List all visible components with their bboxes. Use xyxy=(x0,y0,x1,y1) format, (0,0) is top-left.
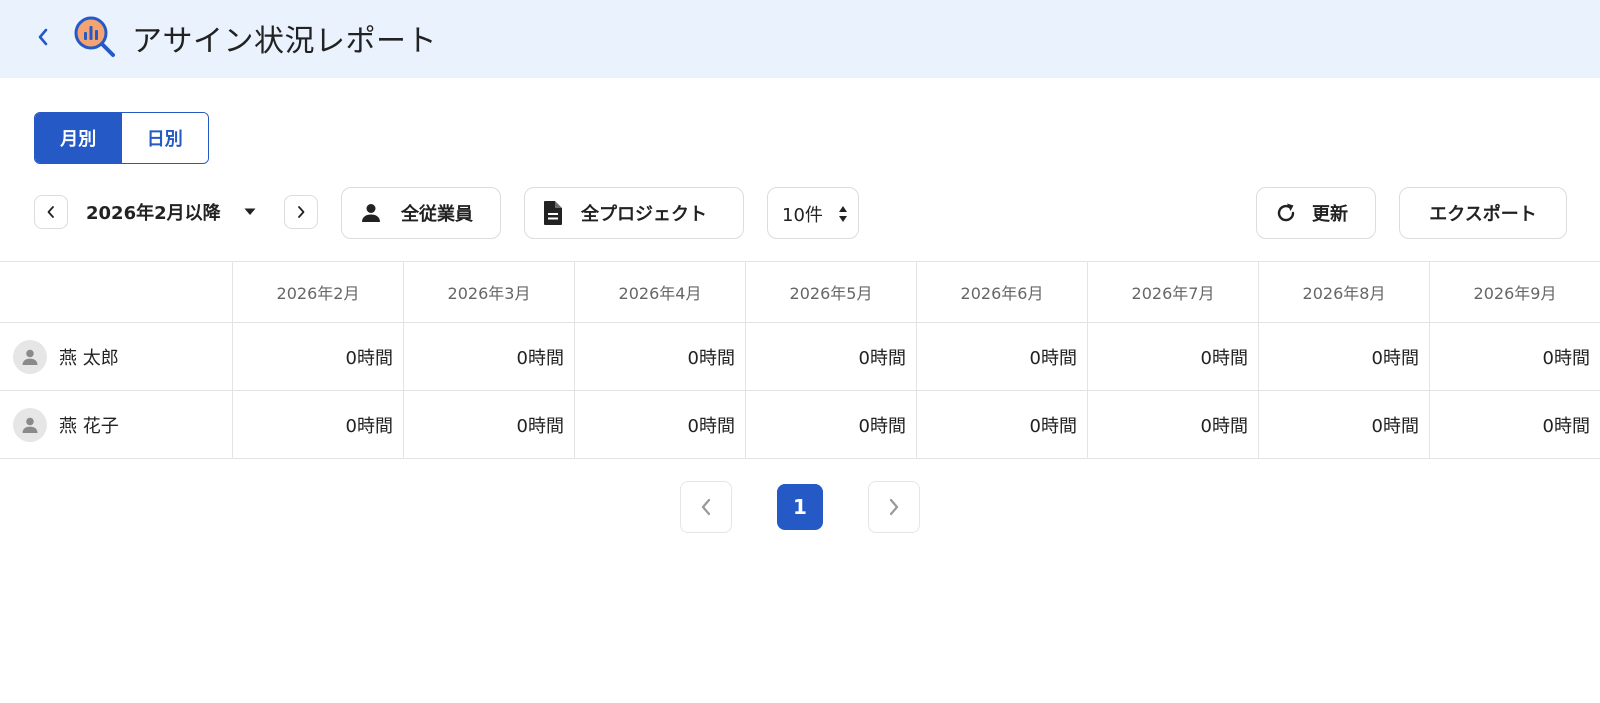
person-icon xyxy=(22,417,38,433)
hours-cell: 0時間 xyxy=(746,391,917,458)
export-label: エクスポート xyxy=(1429,204,1537,225)
sort-arrows-icon xyxy=(839,206,847,222)
hours-cell: 0時間 xyxy=(575,391,746,458)
hours-cell: 0時間 xyxy=(233,391,404,458)
previous-page-button[interactable] xyxy=(680,481,732,533)
employee-filter-label: 全従業員 xyxy=(401,204,473,225)
table-row: 燕 花子 0時間 0時間 0時間 0時間 0時間 0時間 0時間 0時間 xyxy=(0,391,1600,459)
refresh-label: 更新 xyxy=(1312,204,1348,225)
hours-cell: 0時間 xyxy=(1259,323,1430,390)
hours-cell: 0時間 xyxy=(1542,415,1590,437)
page-size-select[interactable]: 10件 xyxy=(767,187,859,239)
report-search-icon xyxy=(74,16,115,57)
header-name-cell xyxy=(0,262,233,322)
table-row: 燕 太郎 0時間 0時間 0時間 0時間 0時間 0時間 0時間 0時間 xyxy=(0,323,1600,391)
hours-cell: 0時間 xyxy=(1259,391,1430,458)
hours-cell: 0時間 xyxy=(917,391,1088,458)
avatar xyxy=(13,339,47,374)
column-header: 2026年5月 xyxy=(746,262,917,322)
daily-tab[interactable]: 日別 xyxy=(121,113,208,163)
hours-cell: 0時間 xyxy=(404,391,575,458)
hours-cell: 0時間 xyxy=(1088,323,1259,390)
employee-cell: 燕 太郎 xyxy=(0,323,233,390)
employee-name: 燕 花子 xyxy=(59,415,119,437)
chevron-left-icon xyxy=(47,206,54,218)
chevron-right-icon xyxy=(889,498,899,516)
page-title: アサイン状況レポート xyxy=(132,24,437,59)
view-toggle: 月別 日別 xyxy=(34,112,209,164)
app-header: アサイン状況レポート xyxy=(0,0,1600,78)
refresh-button[interactable]: 更新 xyxy=(1256,187,1376,239)
column-header: 2026年8月 xyxy=(1259,262,1430,322)
employee-cell: 燕 花子 xyxy=(0,391,233,458)
hours-cell: 0時間 xyxy=(575,323,746,390)
chevron-left-icon xyxy=(701,498,711,516)
avatar xyxy=(13,407,47,442)
project-filter-button[interactable]: 全プロジェクト xyxy=(524,187,744,239)
column-header: 2026年3月 xyxy=(404,262,575,322)
column-header: 2026年6月 xyxy=(917,262,1088,322)
next-page-button[interactable] xyxy=(868,481,920,533)
page-size-label: 10件 xyxy=(782,205,823,226)
column-header: 2026年2月 xyxy=(233,262,404,322)
refresh-icon xyxy=(1277,203,1295,222)
monthly-tab[interactable]: 月別 xyxy=(35,113,122,163)
next-period-button[interactable] xyxy=(284,195,318,229)
hours-cell: 0時間 xyxy=(1088,391,1259,458)
document-icon xyxy=(544,201,562,225)
hours-cell: 0時間 xyxy=(404,323,575,390)
assignment-table: 2026年2月 2026年3月 2026年4月 2026年5月 2026年6月 … xyxy=(0,261,1600,459)
period-select[interactable]: 2026年2月以降 xyxy=(86,196,256,228)
project-filter-label: 全プロジェクト xyxy=(581,204,707,225)
chevron-left-icon xyxy=(38,28,48,46)
column-header: 2026年4月 xyxy=(575,262,746,322)
person-icon xyxy=(362,204,380,222)
column-header: 2026年7月 xyxy=(1088,262,1259,322)
back-button[interactable] xyxy=(30,24,56,50)
export-button[interactable]: エクスポート xyxy=(1399,187,1567,239)
hours-cell: 0時間 xyxy=(233,323,404,390)
period-label: 2026年2月以降 xyxy=(86,203,221,224)
previous-period-button[interactable] xyxy=(34,195,68,229)
hours-cell: 0時間 xyxy=(917,323,1088,390)
caret-down-icon xyxy=(244,208,256,215)
employee-name: 燕 太郎 xyxy=(59,347,119,369)
current-page-button[interactable]: 1 xyxy=(777,484,823,530)
hours-cell: 0時間 xyxy=(1542,347,1590,369)
column-header: 2026年9月 xyxy=(1473,284,1557,303)
chevron-right-icon xyxy=(298,206,305,218)
table-header-row: 2026年2月 2026年3月 2026年4月 2026年5月 2026年6月 … xyxy=(0,262,1600,323)
person-icon xyxy=(22,349,38,365)
employee-filter-button[interactable]: 全従業員 xyxy=(341,187,501,239)
hours-cell: 0時間 xyxy=(746,323,917,390)
